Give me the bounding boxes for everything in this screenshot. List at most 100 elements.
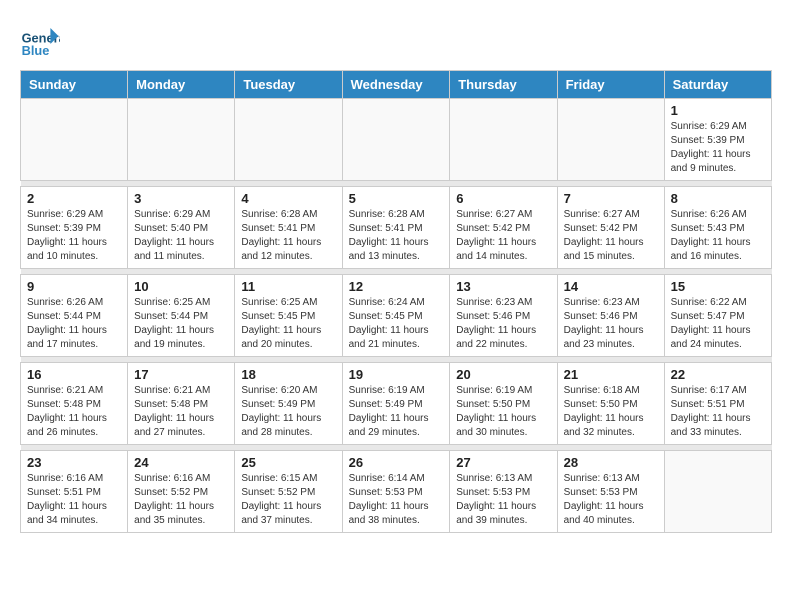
calendar-cell: 14 Sunrise: 6:23 AM Sunset: 5:46 PM Dayli… — [557, 275, 664, 357]
day-info: Sunrise: 6:28 AM Sunset: 5:41 PM Dayligh… — [241, 208, 335, 264]
day-number: 18 — [241, 367, 335, 382]
day-info: Sunrise: 6:13 AM Sunset: 5:53 PM Dayligh… — [456, 472, 550, 528]
calendar-cell: 27Sunrise: 6:13 AM Sunset: 5:53 PM Dayli… — [450, 451, 557, 533]
weekday-header-monday: Monday — [128, 71, 235, 99]
calendar-week-3: 16 Sunrise: 6:21 AM Sunset: 5:48 PM Dayli… — [21, 363, 772, 445]
calendar-cell — [557, 99, 664, 181]
day-info: Sunrise: 6:27 AM Sunset: 5:42 PM Dayligh… — [564, 208, 658, 264]
day-number: 11 — [241, 279, 335, 294]
logo: General Blue — [20, 20, 64, 60]
day-info: Sunrise: 6:26 AM Sunset: 5:43 PM Dayligh… — [671, 208, 765, 264]
day-number: 25 — [241, 455, 335, 470]
calendar-cell — [21, 99, 128, 181]
calendar-cell: 1Sunrise: 6:29 AM Sunset: 5:39 PM Daylig… — [664, 99, 771, 181]
day-info: Sunrise: 6:29 AM Sunset: 5:39 PM Dayligh… — [671, 120, 765, 176]
calendar-cell: 23 Sunrise: 6:16 AM Sunset: 5:51 PM Dayli… — [21, 451, 128, 533]
weekday-header-friday: Friday — [557, 71, 664, 99]
calendar-cell: 17 Sunrise: 6:21 AM Sunset: 5:48 PM Dayli… — [128, 363, 235, 445]
calendar-cell — [235, 99, 342, 181]
day-number: 17 — [134, 367, 228, 382]
calendar-cell: 12 Sunrise: 6:24 AM Sunset: 5:45 PM Dayli… — [342, 275, 450, 357]
day-number: 10 — [134, 279, 228, 294]
day-info: Sunrise: 6:18 AM Sunset: 5:50 PM Dayligh… — [564, 384, 658, 440]
calendar-cell: 11 Sunrise: 6:25 AM Sunset: 5:45 PM Dayli… — [235, 275, 342, 357]
calendar-cell — [342, 99, 450, 181]
day-number: 22 — [671, 367, 765, 382]
day-number: 21 — [564, 367, 658, 382]
calendar-week-4: 23 Sunrise: 6:16 AM Sunset: 5:51 PM Dayli… — [21, 451, 772, 533]
calendar-cell: 3 Sunrise: 6:29 AM Sunset: 5:40 PM Daylig… — [128, 187, 235, 269]
day-info: Sunrise: 6:13 AM Sunset: 5:53 PM Dayligh… — [564, 472, 658, 528]
day-info: Sunrise: 6:19 AM Sunset: 5:49 PM Dayligh… — [349, 384, 444, 440]
calendar-cell: 13 Sunrise: 6:23 AM Sunset: 5:46 PM Dayli… — [450, 275, 557, 357]
day-number: 8 — [671, 191, 765, 206]
calendar-cell — [128, 99, 235, 181]
day-number: 24 — [134, 455, 228, 470]
day-number: 20 — [456, 367, 550, 382]
calendar-cell: 7 Sunrise: 6:27 AM Sunset: 5:42 PM Daylig… — [557, 187, 664, 269]
day-info: Sunrise: 6:20 AM Sunset: 5:49 PM Dayligh… — [241, 384, 335, 440]
day-number: 23 — [27, 455, 121, 470]
day-number: 26 — [349, 455, 444, 470]
day-number: 5 — [349, 191, 444, 206]
weekday-header-sunday: Sunday — [21, 71, 128, 99]
calendar-cell: 4Sunrise: 6:28 AM Sunset: 5:41 PM Daylig… — [235, 187, 342, 269]
day-number: 3 — [134, 191, 228, 206]
day-info: Sunrise: 6:27 AM Sunset: 5:42 PM Dayligh… — [456, 208, 550, 264]
day-number: 6 — [456, 191, 550, 206]
calendar-cell: 10 Sunrise: 6:25 AM Sunset: 5:44 PM Dayli… — [128, 275, 235, 357]
day-number: 2 — [27, 191, 121, 206]
day-info: Sunrise: 6:25 AM Sunset: 5:44 PM Dayligh… — [134, 296, 228, 352]
day-info: Sunrise: 6:22 AM Sunset: 5:47 PM Dayligh… — [671, 296, 765, 352]
calendar-header: SundayMondayTuesdayWednesdayThursdayFrid… — [21, 71, 772, 99]
calendar-cell — [664, 451, 771, 533]
day-info: Sunrise: 6:15 AM Sunset: 5:52 PM Dayligh… — [241, 472, 335, 528]
day-info: Sunrise: 6:25 AM Sunset: 5:45 PM Dayligh… — [241, 296, 335, 352]
day-info: Sunrise: 6:24 AM Sunset: 5:45 PM Dayligh… — [349, 296, 444, 352]
day-number: 13 — [456, 279, 550, 294]
calendar-cell: 15 Sunrise: 6:22 AM Sunset: 5:47 PM Dayli… — [664, 275, 771, 357]
day-number: 7 — [564, 191, 658, 206]
day-info: Sunrise: 6:21 AM Sunset: 5:48 PM Dayligh… — [134, 384, 228, 440]
calendar-cell: 19 Sunrise: 6:19 AM Sunset: 5:49 PM Dayli… — [342, 363, 450, 445]
calendar: SundayMondayTuesdayWednesdayThursdayFrid… — [20, 70, 772, 533]
calendar-cell: 16 Sunrise: 6:21 AM Sunset: 5:48 PM Dayli… — [21, 363, 128, 445]
day-info: Sunrise: 6:19 AM Sunset: 5:50 PM Dayligh… — [456, 384, 550, 440]
day-info: Sunrise: 6:14 AM Sunset: 5:53 PM Dayligh… — [349, 472, 444, 528]
calendar-cell: 2 Sunrise: 6:29 AM Sunset: 5:39 PM Daylig… — [21, 187, 128, 269]
day-info: Sunrise: 6:28 AM Sunset: 5:41 PM Dayligh… — [349, 208, 444, 264]
day-number: 19 — [349, 367, 444, 382]
day-info: Sunrise: 6:16 AM Sunset: 5:52 PM Dayligh… — [134, 472, 228, 528]
svg-text:Blue: Blue — [22, 43, 50, 58]
calendar-week-2: 9 Sunrise: 6:26 AM Sunset: 5:44 PM Daylig… — [21, 275, 772, 357]
day-number: 14 — [564, 279, 658, 294]
calendar-cell: 26 Sunrise: 6:14 AM Sunset: 5:53 PM Dayli… — [342, 451, 450, 533]
weekday-header-thursday: Thursday — [450, 71, 557, 99]
calendar-cell: 9 Sunrise: 6:26 AM Sunset: 5:44 PM Daylig… — [21, 275, 128, 357]
day-info: Sunrise: 6:29 AM Sunset: 5:40 PM Dayligh… — [134, 208, 228, 264]
day-info: Sunrise: 6:23 AM Sunset: 5:46 PM Dayligh… — [456, 296, 550, 352]
calendar-cell: 28Sunrise: 6:13 AM Sunset: 5:53 PM Dayli… — [557, 451, 664, 533]
day-info: Sunrise: 6:23 AM Sunset: 5:46 PM Dayligh… — [564, 296, 658, 352]
calendar-cell — [450, 99, 557, 181]
day-info: Sunrise: 6:16 AM Sunset: 5:51 PM Dayligh… — [27, 472, 121, 528]
calendar-cell: 21 Sunrise: 6:18 AM Sunset: 5:50 PM Dayli… — [557, 363, 664, 445]
header: General Blue — [20, 20, 772, 60]
day-number: 16 — [27, 367, 121, 382]
calendar-week-1: 2 Sunrise: 6:29 AM Sunset: 5:39 PM Daylig… — [21, 187, 772, 269]
day-number: 15 — [671, 279, 765, 294]
weekday-header-wednesday: Wednesday — [342, 71, 450, 99]
day-info: Sunrise: 6:29 AM Sunset: 5:39 PM Dayligh… — [27, 208, 121, 264]
calendar-cell: 25 Sunrise: 6:15 AM Sunset: 5:52 PM Dayli… — [235, 451, 342, 533]
day-info: Sunrise: 6:17 AM Sunset: 5:51 PM Dayligh… — [671, 384, 765, 440]
calendar-cell: 18 Sunrise: 6:20 AM Sunset: 5:49 PM Dayli… — [235, 363, 342, 445]
day-info: Sunrise: 6:21 AM Sunset: 5:48 PM Dayligh… — [27, 384, 121, 440]
weekday-header-saturday: Saturday — [664, 71, 771, 99]
weekday-header-tuesday: Tuesday — [235, 71, 342, 99]
calendar-cell: 22 Sunrise: 6:17 AM Sunset: 5:51 PM Dayli… — [664, 363, 771, 445]
day-number: 9 — [27, 279, 121, 294]
day-info: Sunrise: 6:26 AM Sunset: 5:44 PM Dayligh… — [27, 296, 121, 352]
calendar-week-0: 1Sunrise: 6:29 AM Sunset: 5:39 PM Daylig… — [21, 99, 772, 181]
day-number: 12 — [349, 279, 444, 294]
calendar-cell: 24 Sunrise: 6:16 AM Sunset: 5:52 PM Dayli… — [128, 451, 235, 533]
